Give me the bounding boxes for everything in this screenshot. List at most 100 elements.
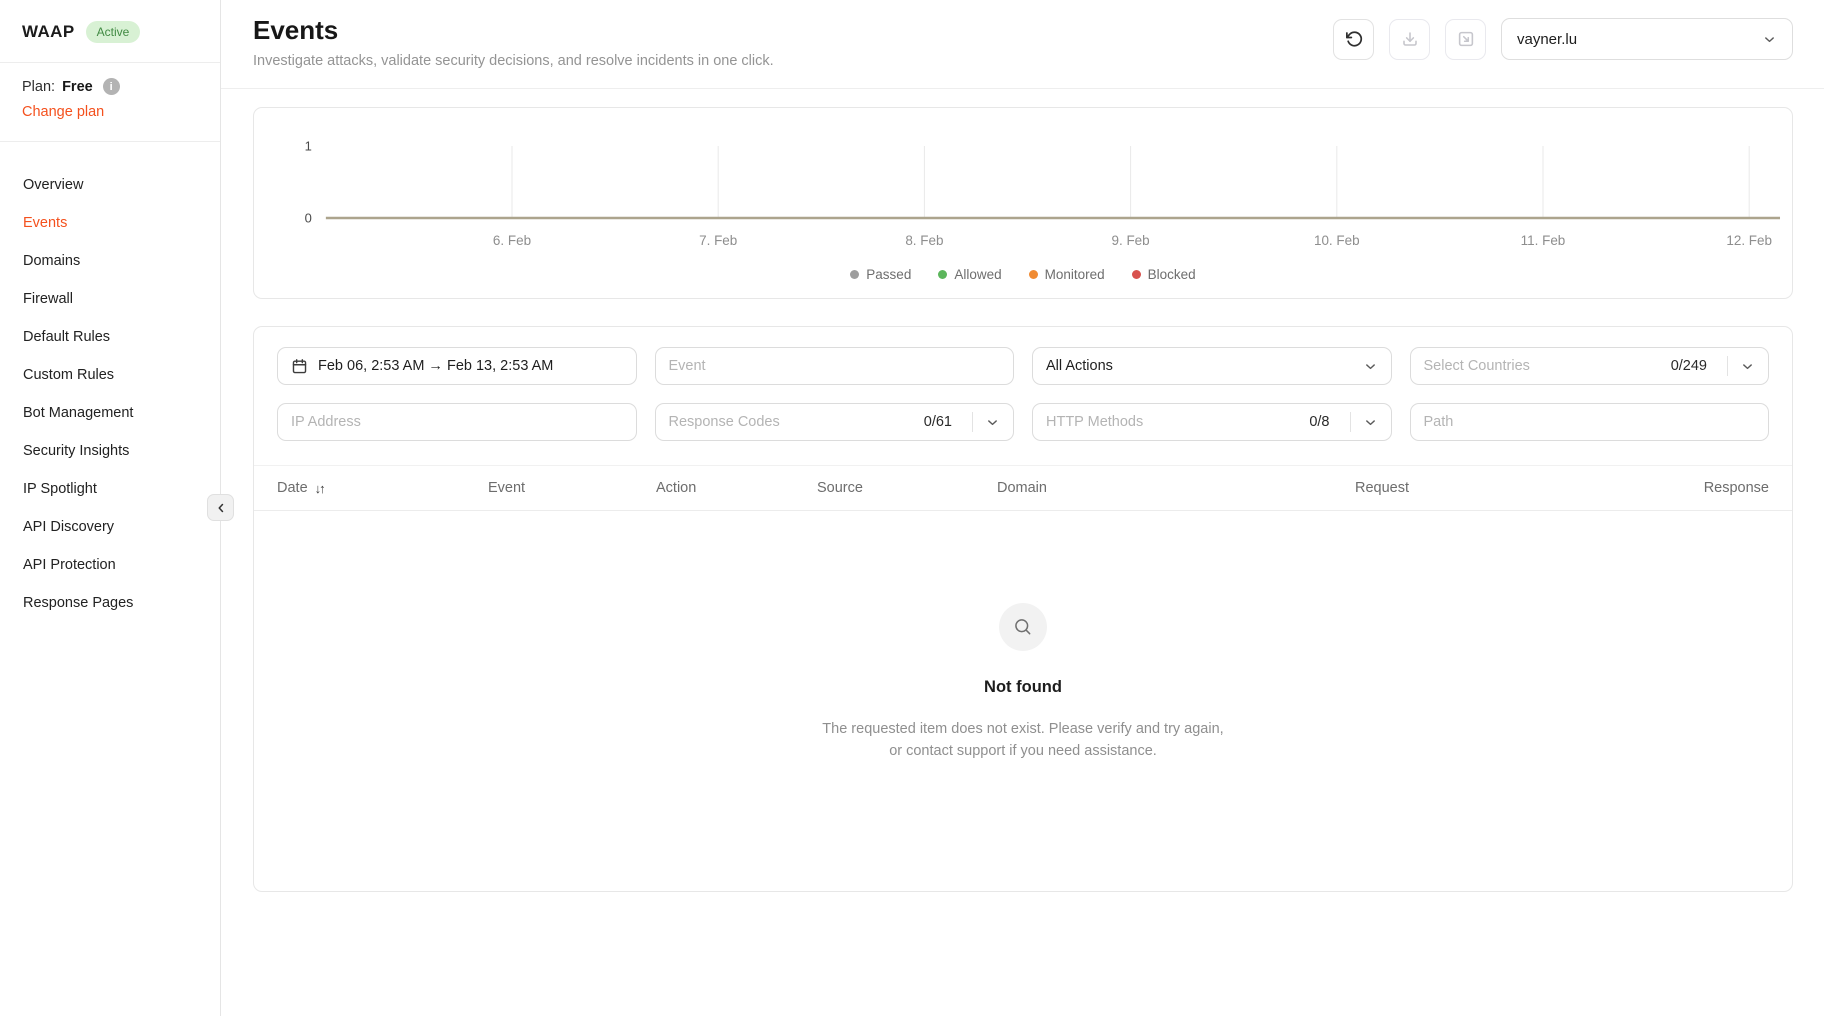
actions-select[interactable]: All Actions — [1032, 347, 1392, 385]
http-methods-select[interactable]: HTTP Methods 0/8 — [1032, 403, 1392, 441]
calendar-icon — [291, 358, 308, 375]
domain-selector[interactable]: vayner.lu — [1501, 18, 1793, 60]
change-plan-link[interactable]: Change plan — [22, 104, 104, 120]
empty-state: Not found The requested item does not ex… — [254, 511, 1792, 891]
plan-line: Plan: Free i — [22, 78, 198, 95]
events-chart-card: 6. Feb7. Feb8. Feb9. Feb10. Feb11. Feb12… — [253, 107, 1793, 299]
refresh-icon — [1345, 30, 1363, 48]
download-icon — [1401, 30, 1419, 48]
sidebar-item-domains[interactable]: Domains — [0, 242, 220, 280]
column-header-date[interactable]: Date ↓↑ — [277, 480, 488, 496]
sidebar-item-events[interactable]: Events — [0, 204, 220, 242]
empty-state-title: Not found — [254, 678, 1792, 697]
main-content: Events Investigate attacks, validate sec… — [221, 0, 1824, 892]
refresh-button[interactable] — [1333, 19, 1374, 60]
countries-select[interactable]: Select Countries 0/249 — [1410, 347, 1770, 385]
legend-label: Blocked — [1148, 267, 1196, 282]
svg-text:0: 0 — [305, 210, 312, 225]
legend-dot-icon — [1132, 270, 1141, 279]
chevron-down-icon — [985, 415, 1000, 430]
divider — [972, 412, 973, 432]
sidebar-item-api-protection[interactable]: API Protection — [0, 546, 220, 584]
plan-label: Plan: — [22, 79, 55, 95]
column-label: Date — [277, 480, 308, 496]
svg-text:11. Feb: 11. Feb — [1521, 233, 1566, 248]
column-header-request[interactable]: Request — [1355, 480, 1665, 496]
legend-dot-icon — [1029, 270, 1038, 279]
page-header: Events Investigate attacks, validate sec… — [221, 0, 1824, 89]
page-heading-block: Events Investigate attacks, validate sec… — [253, 15, 774, 69]
http-methods-placeholder: HTTP Methods — [1046, 414, 1143, 430]
column-header-event[interactable]: Event — [488, 480, 656, 496]
page-subtitle: Investigate attacks, validate security d… — [253, 53, 774, 69]
http-methods-count: 0/8 — [1309, 414, 1329, 430]
sidebar-item-overview[interactable]: Overview — [0, 166, 220, 204]
events-table-card: Feb 06, 2:53 AM → Feb 13, 2:53 AM All Ac… — [253, 326, 1793, 892]
legend-dot-icon — [938, 270, 947, 279]
legend-dot-icon — [850, 270, 859, 279]
chart-legend: Passed Allowed Monitored Blocked — [262, 262, 1784, 290]
export-arrow-icon — [1457, 30, 1475, 48]
column-header-source[interactable]: Source — [817, 480, 997, 496]
status-badge: Active — [86, 21, 141, 43]
brand-logo: WAAP — [22, 22, 75, 42]
column-header-action[interactable]: Action — [656, 480, 817, 496]
actions-select-value: All Actions — [1046, 358, 1113, 374]
empty-state-message: The requested item does not exist. Pleas… — [254, 718, 1792, 763]
column-header-domain[interactable]: Domain — [997, 480, 1355, 496]
ip-address-filter-input[interactable] — [277, 403, 637, 441]
sidebar-item-api-discovery[interactable]: API Discovery — [0, 508, 220, 546]
countries-count: 0/249 — [1671, 358, 1707, 374]
legend-item-passed[interactable]: Passed — [850, 267, 911, 282]
svg-text:7. Feb: 7. Feb — [699, 233, 737, 248]
legend-label: Allowed — [954, 267, 1001, 282]
export-button[interactable] — [1445, 19, 1486, 60]
sort-icon[interactable]: ↓↑ — [315, 481, 324, 496]
legend-label: Monitored — [1045, 267, 1105, 282]
svg-text:10. Feb: 10. Feb — [1314, 233, 1360, 248]
waap-app: WAAP Active Plan: Free i Change plan Ove… — [0, 0, 1824, 892]
sidebar-item-custom-rules[interactable]: Custom Rules — [0, 356, 220, 394]
chevron-down-icon — [1363, 359, 1378, 374]
chevron-down-icon — [1762, 32, 1777, 47]
divider — [1350, 412, 1351, 432]
path-filter-input[interactable] — [1410, 403, 1770, 441]
date-range-filter[interactable]: Feb 06, 2:53 AM → Feb 13, 2:53 AM — [277, 347, 637, 385]
response-codes-select[interactable]: Response Codes 0/61 — [655, 403, 1015, 441]
countries-placeholder: Select Countries — [1424, 358, 1530, 374]
legend-item-blocked[interactable]: Blocked — [1132, 267, 1196, 282]
column-header-response[interactable]: Response — [1665, 480, 1769, 496]
info-icon[interactable]: i — [103, 78, 120, 95]
events-timeline-chart: 6. Feb7. Feb8. Feb9. Feb10. Feb11. Feb12… — [262, 122, 1784, 262]
chevron-down-icon — [1363, 415, 1378, 430]
response-codes-count: 0/61 — [924, 414, 952, 430]
response-codes-placeholder: Response Codes — [669, 414, 780, 430]
download-button[interactable] — [1389, 19, 1430, 60]
svg-text:12. Feb: 12. Feb — [1726, 233, 1772, 248]
legend-item-allowed[interactable]: Allowed — [938, 267, 1001, 282]
legend-label: Passed — [866, 267, 911, 282]
legend-item-monitored[interactable]: Monitored — [1029, 267, 1105, 282]
sidebar-nav: Overview Events Domains Firewall Default… — [0, 142, 220, 646]
sidebar-item-security-insights[interactable]: Security Insights — [0, 432, 220, 470]
sidebar-item-firewall[interactable]: Firewall — [0, 280, 220, 318]
svg-text:8. Feb: 8. Feb — [905, 233, 943, 248]
sidebar-item-ip-spotlight[interactable]: IP Spotlight — [0, 470, 220, 508]
event-filter-input[interactable] — [655, 347, 1015, 385]
sidebar-collapse-button[interactable] — [207, 494, 234, 521]
domain-selector-value: vayner.lu — [1517, 31, 1577, 48]
chevron-left-icon — [214, 501, 228, 515]
divider — [1727, 356, 1728, 376]
sidebar-item-response-pages[interactable]: Response Pages — [0, 584, 220, 622]
svg-text:1: 1 — [305, 138, 312, 153]
sidebar-item-default-rules[interactable]: Default Rules — [0, 318, 220, 356]
header-toolbar: vayner.lu — [1333, 18, 1793, 60]
brand: WAAP Active — [0, 0, 220, 63]
sidebar-item-bot-management[interactable]: Bot Management — [0, 394, 220, 432]
date-range-value: Feb 06, 2:53 AM → Feb 13, 2:53 AM — [318, 358, 553, 374]
chevron-down-icon — [1740, 359, 1755, 374]
table-header-row: Date ↓↑ Event Action Source Domain Reque… — [254, 465, 1792, 511]
empty-state-message-line2: or contact support if you need assistanc… — [254, 740, 1792, 762]
svg-text:6. Feb: 6. Feb — [493, 233, 531, 248]
search-icon — [999, 603, 1047, 651]
